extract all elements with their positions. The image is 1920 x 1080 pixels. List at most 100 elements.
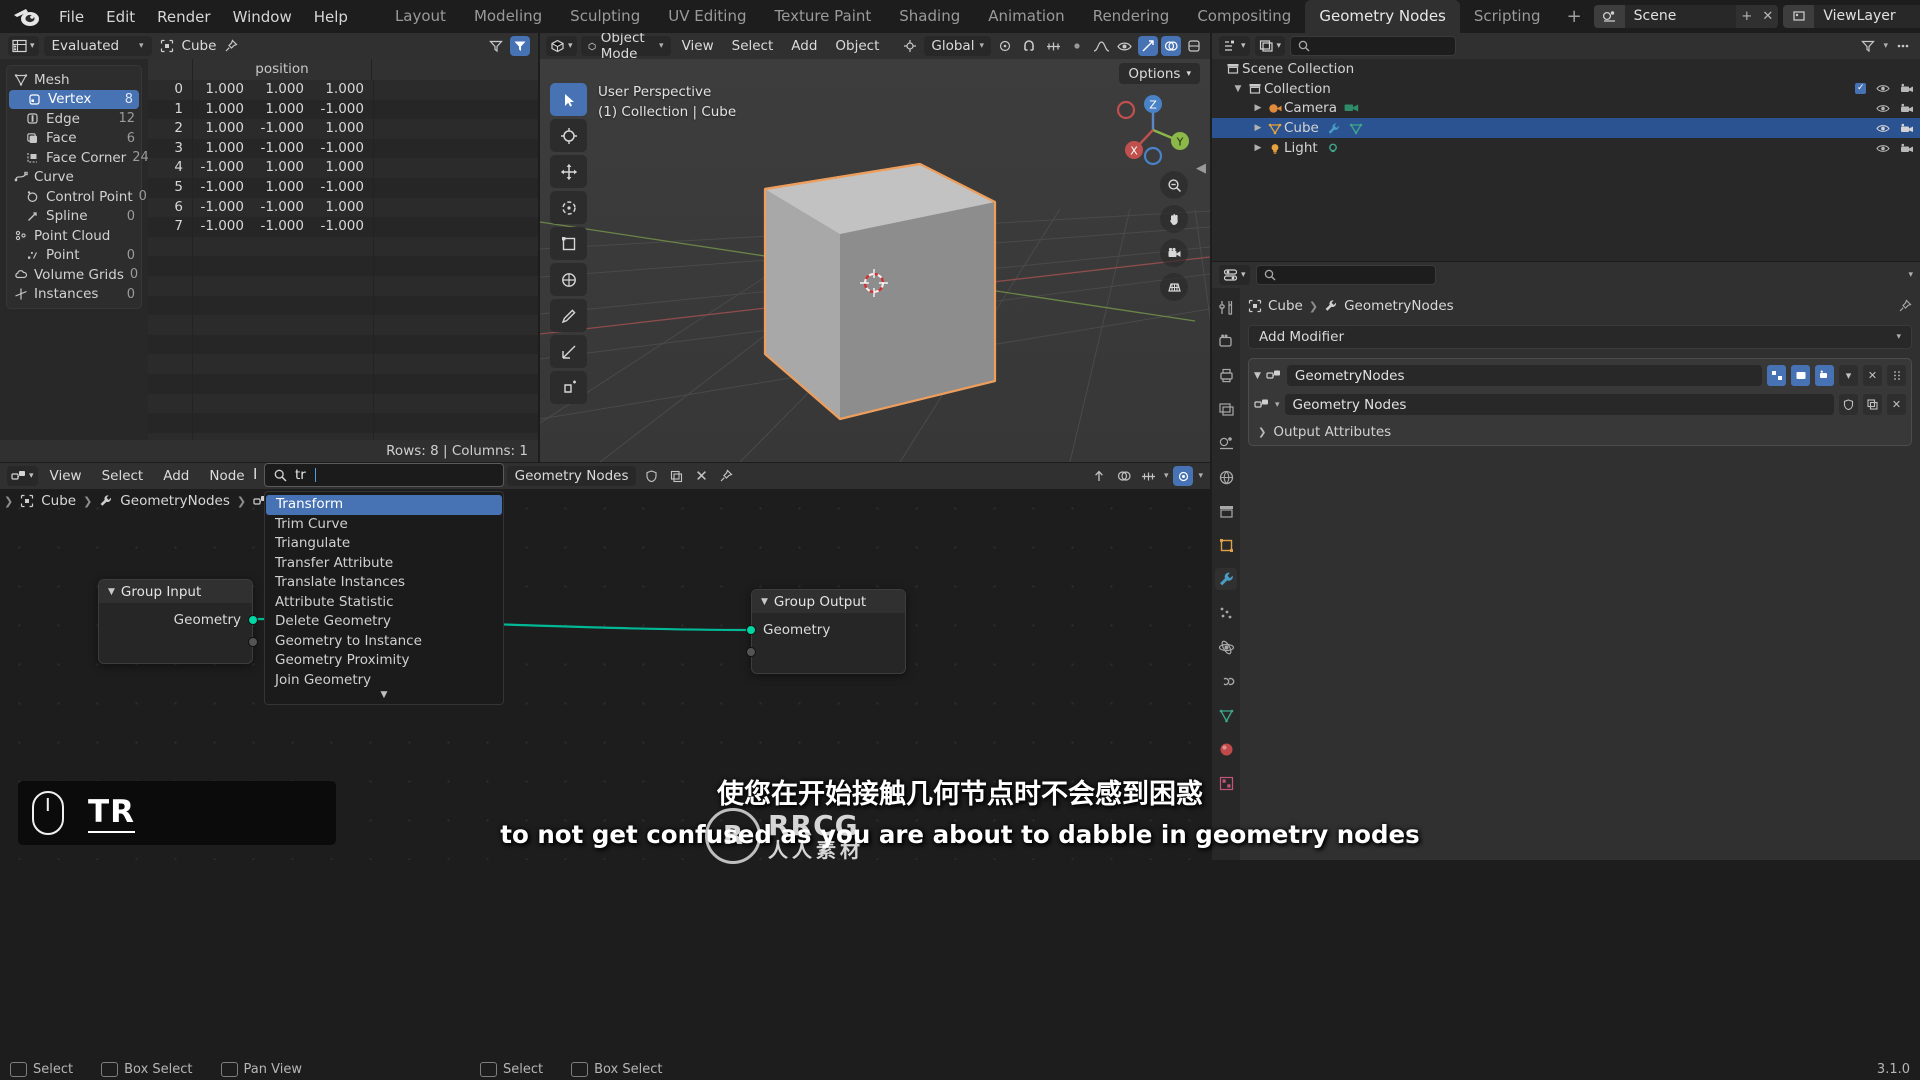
dataset-item-curve[interactable]: Curve: [7, 168, 141, 188]
zoom-icon[interactable]: [1160, 171, 1188, 199]
tool-tab[interactable]: [1215, 296, 1237, 318]
modifier-realtime-toggle[interactable]: [1791, 365, 1810, 386]
expand-triangle-icon[interactable]: ▶: [1250, 143, 1266, 153]
add-modifier-button[interactable]: Add Modifier ▾: [1248, 325, 1912, 349]
camera-data-icon[interactable]: [1343, 102, 1361, 114]
workspace-tab-shading[interactable]: Shading: [885, 0, 974, 33]
add-workspace-button[interactable]: +: [1555, 0, 1594, 33]
ortho-persp-icon[interactable]: [1160, 273, 1188, 301]
filter-active-icon[interactable]: [510, 36, 530, 56]
3d-viewport-editor-type-icon[interactable]: ▾: [546, 36, 577, 56]
breadcrumb-modifier-name[interactable]: GeometryNodes: [1344, 298, 1454, 314]
table-row[interactable]: 0 1.000 1.000 1.000: [148, 80, 538, 100]
nodetree-shield-icon[interactable]: [641, 466, 661, 486]
node-socket-row-geometry[interactable]: Geometry: [99, 609, 258, 631]
node-menu-view[interactable]: View: [42, 466, 90, 486]
physics-tab[interactable]: [1215, 636, 1237, 658]
wrench-modifier-icon[interactable]: [1325, 122, 1343, 135]
search-result-join-geometry[interactable]: Join Geometry: [265, 671, 503, 691]
dataset-item-face[interactable]: Face 6: [7, 129, 141, 149]
remove-scene-button[interactable]: ✕: [1757, 5, 1779, 28]
viewport-menu-object[interactable]: Object: [828, 36, 886, 56]
camera-render-icon[interactable]: [1900, 83, 1914, 94]
dataset-item-volume-grids[interactable]: Volume Grids 0: [7, 265, 141, 285]
sidebar-collapse-arrow[interactable]: ◀: [1196, 161, 1206, 176]
camera-render-icon[interactable]: [1900, 123, 1914, 134]
outliner-editor-type-icon[interactable]: ▾: [1219, 36, 1250, 56]
nodegroup-unlink-button[interactable]: ✕: [1887, 394, 1906, 415]
node-menu-node[interactable]: Node: [201, 466, 252, 486]
spreadsheet-editor-type-icon[interactable]: ▾: [8, 36, 39, 56]
measure-tool[interactable]: [550, 335, 587, 368]
transform-pivot-icon[interactable]: [900, 36, 920, 56]
dataset-item-point[interactable]: Point 0: [7, 246, 141, 266]
new-scene-button[interactable]: +: [1736, 5, 1758, 28]
node-snap-up-icon[interactable]: [1089, 466, 1109, 486]
modifier-render-toggle[interactable]: [1815, 365, 1834, 386]
camera-render-icon[interactable]: [1900, 103, 1914, 114]
viewport-menu-select[interactable]: Select: [725, 36, 781, 56]
viewport-options-dropdown[interactable]: Options ▾: [1119, 63, 1200, 84]
workspace-tab-compositing[interactable]: Compositing: [1183, 0, 1305, 33]
table-row[interactable]: 5 -1.000 1.000 -1.000: [148, 177, 538, 198]
viewport-menu-add[interactable]: Add: [784, 36, 824, 56]
menu-help[interactable]: Help: [303, 5, 359, 29]
socket-geometry-output[interactable]: [248, 615, 258, 625]
overlays-toggle-icon[interactable]: [1161, 36, 1181, 56]
outliner-row-cube[interactable]: ▶ Cube: [1212, 118, 1920, 139]
rotate-tool[interactable]: [550, 191, 587, 224]
node-socket-row-extra[interactable]: [746, 641, 905, 663]
node-search-input[interactable]: tr: [264, 463, 504, 487]
eye-icon[interactable]: [1876, 83, 1890, 94]
interaction-mode-dropdown[interactable]: Object Mode ▾: [580, 33, 671, 62]
modifier-drag-handle[interactable]: [1887, 365, 1906, 386]
menu-render[interactable]: Render: [146, 5, 221, 29]
falloff-curve-icon[interactable]: [1091, 36, 1111, 56]
modifier-edit-mode-toggle[interactable]: [1767, 365, 1786, 386]
node-header[interactable]: ▼ Group Input: [99, 580, 252, 603]
node-socket-row-geometry[interactable]: Geometry: [746, 619, 905, 641]
pin-icon[interactable]: [1898, 299, 1912, 313]
modifier-name-field[interactable]: GeometryNodes: [1286, 365, 1762, 386]
expand-triangle-icon[interactable]: ▼: [1230, 84, 1246, 94]
output-attributes-panel[interactable]: ❯ Output Attributes: [1254, 424, 1906, 440]
search-result-delete-geometry[interactable]: Delete Geometry: [265, 612, 503, 632]
search-result-transfer-attribute[interactable]: Transfer Attribute: [265, 554, 503, 574]
table-row[interactable]: 1 1.000 1.000 -1.000: [148, 99, 538, 120]
workspace-tab-geometry-nodes[interactable]: Geometry Nodes: [1305, 0, 1460, 33]
menu-edit[interactable]: Edit: [95, 5, 146, 29]
cursor-tool[interactable]: [550, 119, 587, 152]
dataset-item-edge[interactable]: Edge 12: [7, 109, 141, 129]
dataset-mode-dropdown[interactable]: Evaluated ▾: [43, 36, 152, 56]
nodetree-unlink-button[interactable]: ✕: [691, 466, 711, 486]
search-result-transform[interactable]: Transform: [266, 495, 502, 515]
spreadsheet-table[interactable]: position 0 1.000 1.000 1.000 1 1.000 1.000 -1.0…: [148, 59, 538, 440]
scale-tool[interactable]: [550, 227, 587, 260]
nodetree-duplicate-icon[interactable]: [666, 466, 686, 486]
eye-icon[interactable]: [1876, 103, 1890, 114]
select-box-tool[interactable]: [550, 83, 587, 116]
viewlayer-name[interactable]: ViewLayer: [1814, 5, 1920, 28]
modifier-tab[interactable]: [1215, 568, 1237, 590]
nodetree-name-field[interactable]: Geometry Nodes: [506, 466, 637, 486]
navigation-gizmo[interactable]: Z Y X: [1114, 91, 1192, 169]
pin-icon[interactable]: [221, 36, 241, 56]
particles-tab[interactable]: [1215, 602, 1237, 624]
filter-icon[interactable]: [1858, 36, 1878, 56]
modifier-expand-icon[interactable]: ▼: [1254, 371, 1261, 381]
outliner-row-light[interactable]: ▶ Light: [1212, 138, 1920, 158]
viewlayer-tab[interactable]: [1215, 398, 1237, 420]
output-tab[interactable]: [1215, 364, 1237, 386]
gizmo-toggle-icon[interactable]: [1138, 36, 1158, 56]
search-result-triangulate[interactable]: Triangulate: [265, 534, 503, 554]
properties-search-input[interactable]: [1255, 265, 1436, 285]
search-result-translate-instances[interactable]: Translate Instances: [265, 573, 503, 593]
dataset-item-control-point[interactable]: Control Point 0: [7, 187, 147, 207]
modifier-delete-button[interactable]: ✕: [1863, 365, 1882, 386]
light-data-icon[interactable]: [1324, 142, 1342, 155]
move-tool[interactable]: [550, 155, 587, 188]
transform-tool[interactable]: [550, 263, 587, 296]
search-result-trim-curve[interactable]: Trim Curve: [265, 515, 503, 535]
dataset-item-instances[interactable]: Instances 0: [7, 285, 141, 305]
camera-view-icon[interactable]: [1160, 239, 1188, 267]
